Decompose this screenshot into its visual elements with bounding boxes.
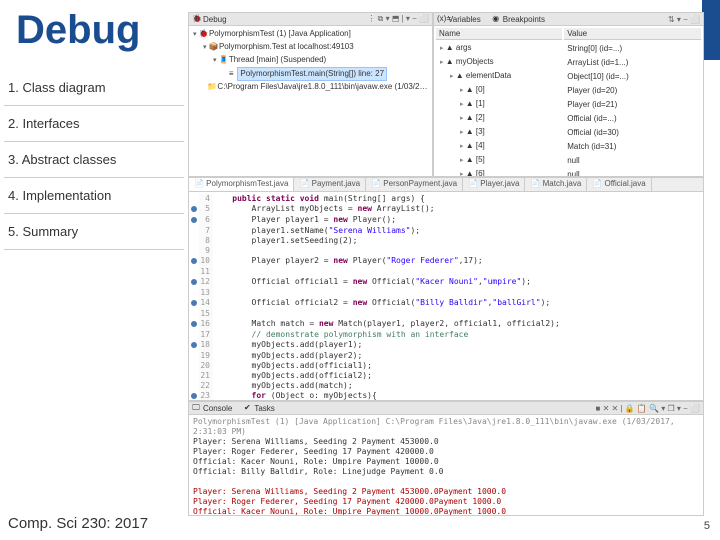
code-line[interactable]: 20 myObjects.add(official1); (189, 361, 703, 371)
slide-title: Debug (16, 8, 140, 53)
ide-screenshot: 🐞 Debug ⋮ ⧉ ▾ ⬒ | ▾ − ⬜ ▾ 🐞 Polymorphism… (188, 12, 704, 516)
code-line[interactable]: 21 myObjects.add(official2); (189, 371, 703, 381)
vars-toolbar[interactable]: ⇅ ▾ − ⬜ (668, 15, 700, 24)
debug-toolbar[interactable]: ⋮ ⧉ ▾ ⬒ | ▾ − ⬜ (367, 14, 429, 24)
code-line[interactable]: 19 myObjects.add(player2); (189, 351, 703, 361)
tree-row[interactable]: ▾ 🧵 Thread [main] (Suspended) (193, 54, 428, 67)
variable-row[interactable]: ▸ ▲ [4]Match (id=31) (436, 140, 701, 152)
nav-item[interactable]: 4. Implementation (4, 178, 184, 214)
console-tab[interactable]: Console (203, 404, 232, 413)
debug-tree[interactable]: ▾ 🐞 PolymorphismTest (1) [Java Applicati… (189, 26, 432, 96)
code-line[interactable]: 8 player1.setSeeding(2); (189, 236, 703, 246)
accent-box (702, 0, 720, 60)
console-output[interactable]: PolymorphismTest (1) [Java Application] … (189, 415, 703, 516)
console-line: Official: Kacer Nouni, Role: Umpire Paym… (193, 507, 699, 516)
code-line[interactable]: 9 (189, 246, 703, 256)
code-line[interactable]: 22 myObjects.add(match); (189, 381, 703, 391)
code-line[interactable]: 6 Player player1 = new Player(); (189, 215, 703, 226)
console-line: Player: Serena Williams, Seeding 2 Payme… (193, 437, 699, 447)
variables-icon: (x)= (437, 15, 445, 23)
console-line: Player: Roger Federer, Seeding 17 Paymen… (193, 497, 699, 507)
variable-row[interactable]: ▸ ▲ [0]Player (id=20) (436, 84, 701, 96)
debug-tab-header[interactable]: 🐞 Debug ⋮ ⧉ ▾ ⬒ | ▾ − ⬜ (189, 13, 432, 26)
tasks-icon: ✔ (243, 404, 251, 412)
code-line[interactable]: 14 Official official2 = new Official("Bi… (189, 298, 703, 309)
console-pane: 🖵 Console ✔ Tasks ■ ✕ ✕ | 🔒 📋 🔍 ▾ ❐ ▾ − … (188, 401, 704, 516)
code-line[interactable]: 16 Match match = new Match(player1, play… (189, 319, 703, 330)
tree-row[interactable]: ▾ 📦 Polymorphism.Test at localhost:49103 (193, 41, 428, 54)
debug-pane: 🐞 Debug ⋮ ⧉ ▾ ⬒ | ▾ − ⬜ ▾ 🐞 Polymorphism… (188, 12, 433, 177)
nav-item[interactable]: 3. Abstract classes (4, 142, 184, 178)
variables-tab[interactable]: Variables (448, 15, 481, 24)
editor-tab[interactable]: 📄 Match.java (525, 178, 587, 191)
code-line[interactable]: 15 (189, 309, 703, 319)
col-value[interactable]: Value (564, 28, 701, 40)
console-line (193, 477, 699, 487)
variables-body: ▸ ▲ argsString[0] (id=...) ▸ ▲ myObjectsA… (436, 42, 701, 177)
tree-row[interactable]: 📁 C:\Program Files\Java\jre1.8.0_111\bin… (193, 81, 428, 94)
console-header: PolymorphismTest (1) [Java Application] … (193, 417, 699, 437)
nav-item[interactable]: 2. Interfaces (4, 106, 184, 142)
variable-row[interactable]: ▸ ▲ [5]null (436, 154, 701, 166)
code-line[interactable]: 23 for (Object o: myObjects){ (189, 391, 703, 401)
code-line[interactable]: 4 public static void main(String[] args)… (189, 194, 703, 204)
code-line[interactable]: 7 player1.setName("Serena Williams"); (189, 226, 703, 236)
variable-row[interactable]: ▸ ▲ [3]Official (id=30) (436, 126, 701, 138)
page-number: 5 (704, 520, 710, 532)
slide-footer: Comp. Sci 230: 2017 (8, 515, 148, 532)
editor-tab[interactable]: 📄 Official.java (587, 178, 651, 191)
variable-row[interactable]: ▸ ▲ [1]Player (id=21) (436, 98, 701, 110)
code-line[interactable]: 10 Player player2 = new Player("Roger Fe… (189, 256, 703, 267)
variable-row[interactable]: ▸ ▲ [2]Official (id=...) (436, 112, 701, 124)
tasks-tab[interactable]: Tasks (254, 404, 274, 413)
variables-pane: (x)= Variables ◉ Breakpoints ⇅ ▾ − ⬜ Nam… (433, 12, 704, 177)
breakpoints-icon: ◉ (492, 15, 500, 23)
code-line[interactable]: 18 myObjects.add(player1); (189, 340, 703, 351)
editor-pane: 📄 PolymorphismTest.java📄 Payment.java📄 P… (188, 177, 704, 401)
console-icon: 🖵 (192, 404, 200, 412)
tree-row[interactable]: ≡ PolymorphismTest.main(String[]) line: … (193, 67, 428, 81)
variable-row[interactable]: ▸ ▲ argsString[0] (id=...) (436, 42, 701, 54)
code-area[interactable]: 4 public static void main(String[] args)… (189, 192, 703, 401)
bug-icon: 🐞 (192, 15, 200, 23)
code-line[interactable]: 13 (189, 288, 703, 298)
breakpoints-tab[interactable]: Breakpoints (503, 15, 545, 24)
col-name[interactable]: Name (436, 28, 562, 40)
code-line[interactable]: 17 // demonstrate polymorphism with an i… (189, 330, 703, 340)
variable-row[interactable]: ▸ ▲ [6]null (436, 168, 701, 177)
editor-tab[interactable]: 📄 PersonPayment.java (366, 178, 463, 191)
code-line[interactable]: 12 Official official1 = new Official("Ka… (189, 277, 703, 288)
editor-tab[interactable]: 📄 Player.java (463, 178, 525, 191)
variables-table[interactable]: Name Value ▸ ▲ argsString[0] (id=...)▸ ▲… (434, 26, 703, 177)
code-line[interactable]: 11 (189, 267, 703, 277)
console-toolbar[interactable]: ■ ✕ ✕ | 🔒 📋 🔍 ▾ ❐ ▾ − ⬜ (596, 404, 700, 413)
console-line: Player: Serena Williams, Seeding 2 Payme… (193, 487, 699, 497)
editor-tab[interactable]: 📄 PolymorphismTest.java (189, 178, 294, 191)
code-line[interactable]: 5 ArrayList myObjects = new ArrayList(); (189, 204, 703, 215)
variable-row[interactable]: ▸ ▲ elementDataObject[10] (id=...) (436, 70, 701, 82)
nav-item[interactable]: 1. Class diagram (4, 70, 184, 106)
console-line: Official: Billy Balldir, Role: Linejudge… (193, 467, 699, 477)
slide-nav: 1. Class diagram2. Interfaces3. Abstract… (4, 70, 184, 250)
nav-item[interactable]: 5. Summary (4, 214, 184, 250)
editor-tab[interactable]: 📄 Payment.java (294, 178, 366, 191)
console-line: Player: Roger Federer, Seeding 17 Paymen… (193, 447, 699, 457)
tree-row[interactable]: ▾ 🐞 PolymorphismTest (1) [Java Applicati… (193, 28, 428, 41)
console-lines: Player: Serena Williams, Seeding 2 Payme… (193, 437, 699, 516)
variable-row[interactable]: ▸ ▲ myObjectsArrayList (id=1...) (436, 56, 701, 68)
editor-tabs[interactable]: 📄 PolymorphismTest.java📄 Payment.java📄 P… (189, 178, 703, 192)
debug-tab-label: Debug (203, 15, 227, 24)
console-line: Official: Kacer Nouni, Role: Umpire Paym… (193, 457, 699, 467)
